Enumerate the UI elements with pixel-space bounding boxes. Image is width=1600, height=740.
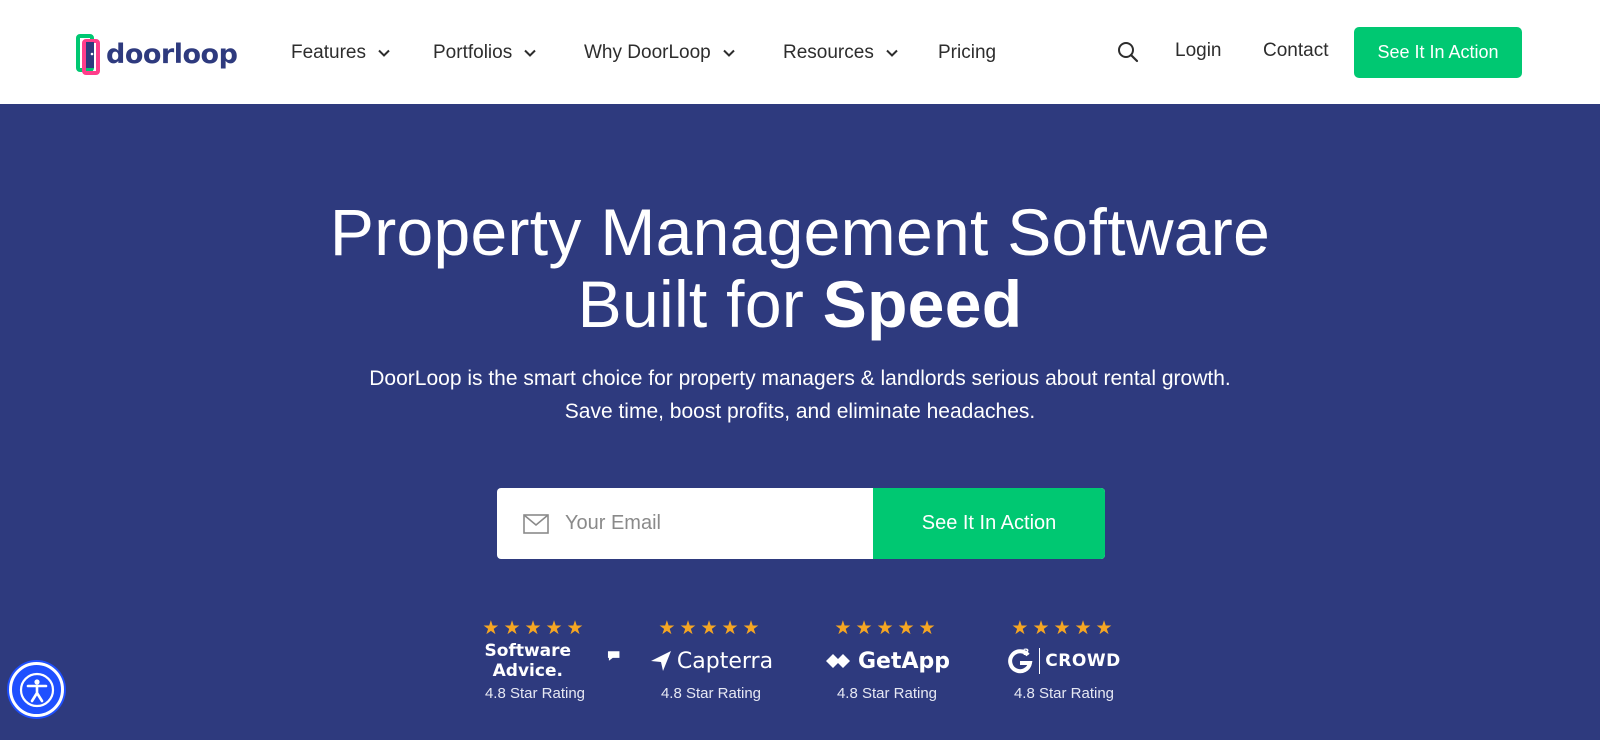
mail-icon <box>523 513 549 534</box>
email-signup-form: See It In Action <box>497 488 1105 559</box>
contact-link[interactable]: Contact <box>1263 40 1328 62</box>
g2-crowd-logo-text: CROWD <box>1045 651 1121 671</box>
hero-subtitle: DoorLoop is the smart choice for propert… <box>0 362 1600 428</box>
hero-subtitle-line1: DoorLoop is the smart choice for propert… <box>369 367 1231 390</box>
capterra-logo-text: Capterra <box>676 648 774 674</box>
logo-text: doorloop <box>106 38 238 70</box>
capterra-arrow-icon <box>650 651 671 671</box>
hero-title-line2-prefix: Built for <box>577 267 823 341</box>
hero-title-highlight: Speed <box>822 267 1023 341</box>
site-header: doorloop Features Portfolios Why DoorLoo… <box>0 0 1600 104</box>
nav-pricing[interactable]: Pricing <box>938 38 996 68</box>
software-advice-logo: Software Advice. <box>450 641 620 681</box>
chevron-down-icon <box>524 49 536 57</box>
email-field-wrapper <box>497 488 873 559</box>
getapp-logo: GetApp <box>802 643 972 679</box>
svg-text:2: 2 <box>1023 648 1029 658</box>
login-link[interactable]: Login <box>1175 40 1222 62</box>
email-input[interactable] <box>565 512 855 535</box>
divider <box>1039 648 1041 674</box>
hero-title-line2: Built for Speed <box>0 268 1600 340</box>
hero-title-line1: Property Management Software <box>329 195 1271 269</box>
hero-cta-button[interactable]: See It In Action <box>873 488 1105 559</box>
star-rating: ★★★★★ <box>658 618 764 639</box>
ratings-row: ★★★★★ Software Advice. 4.8 Star Rating ★… <box>0 617 1600 727</box>
chevron-down-icon <box>723 49 735 57</box>
rating-label: 4.8 Star Rating <box>484 685 586 702</box>
capterra-logo: Capterra <box>626 643 796 679</box>
nav-features[interactable]: Features <box>291 38 392 68</box>
nav-resources[interactable]: Resources <box>783 38 900 68</box>
nav-portfolios-label: Portfolios <box>433 42 513 63</box>
nav-why-doorloop-label: Why DoorLoop <box>584 42 711 63</box>
nav-resources-label: Resources <box>783 42 874 63</box>
rating-label: 4.8 Star Rating <box>660 685 762 702</box>
chevron-down-icon <box>378 49 390 57</box>
rating-getapp: ★★★★★ GetApp 4.8 Star Rating <box>802 617 972 702</box>
hero-subtitle-line2: Save time, boost profits, and eliminate … <box>564 400 1036 423</box>
nav-why-doorloop[interactable]: Why DoorLoop <box>584 38 737 68</box>
rating-label: 4.8 Star Rating <box>836 685 938 702</box>
getapp-logo-text: GetApp <box>857 648 951 674</box>
software-advice-logo-text: Software Advice. <box>484 641 572 681</box>
doorloop-logo[interactable]: doorloop <box>76 32 238 76</box>
rating-capterra: ★★★★★ Capterra 4.8 Star Rating <box>626 617 796 702</box>
rating-software-advice: ★★★★★ Software Advice. 4.8 Star Rating <box>450 617 620 702</box>
g2-crowd-logo: 2 CROWD <box>979 643 1149 679</box>
nav-portfolios[interactable]: Portfolios <box>433 38 538 68</box>
header-cta-button[interactable]: See It In Action <box>1354 27 1522 78</box>
doorloop-logo-icon <box>76 34 100 75</box>
rating-g2-crowd: ★★★★★ 2 CROWD 4.8 Star Rating <box>979 617 1149 702</box>
accessibility-button[interactable] <box>9 662 64 717</box>
chevron-down-icon <box>886 49 898 57</box>
hero-title: Property Management Software Built for S… <box>0 196 1600 340</box>
getapp-chevrons-icon <box>825 654 850 668</box>
rating-label: 4.8 Star Rating <box>1013 685 1115 702</box>
speech-bubble-icon <box>607 651 620 661</box>
nav-pricing-label: Pricing <box>938 42 997 63</box>
star-rating: ★★★★★ <box>482 618 588 639</box>
search-icon[interactable] <box>1117 41 1139 63</box>
accessibility-icon <box>19 672 54 707</box>
star-rating: ★★★★★ <box>1011 618 1117 639</box>
g2-logo-icon: 2 <box>1008 648 1033 674</box>
star-rating: ★★★★★ <box>834 618 940 639</box>
nav-features-label: Features <box>291 42 366 63</box>
